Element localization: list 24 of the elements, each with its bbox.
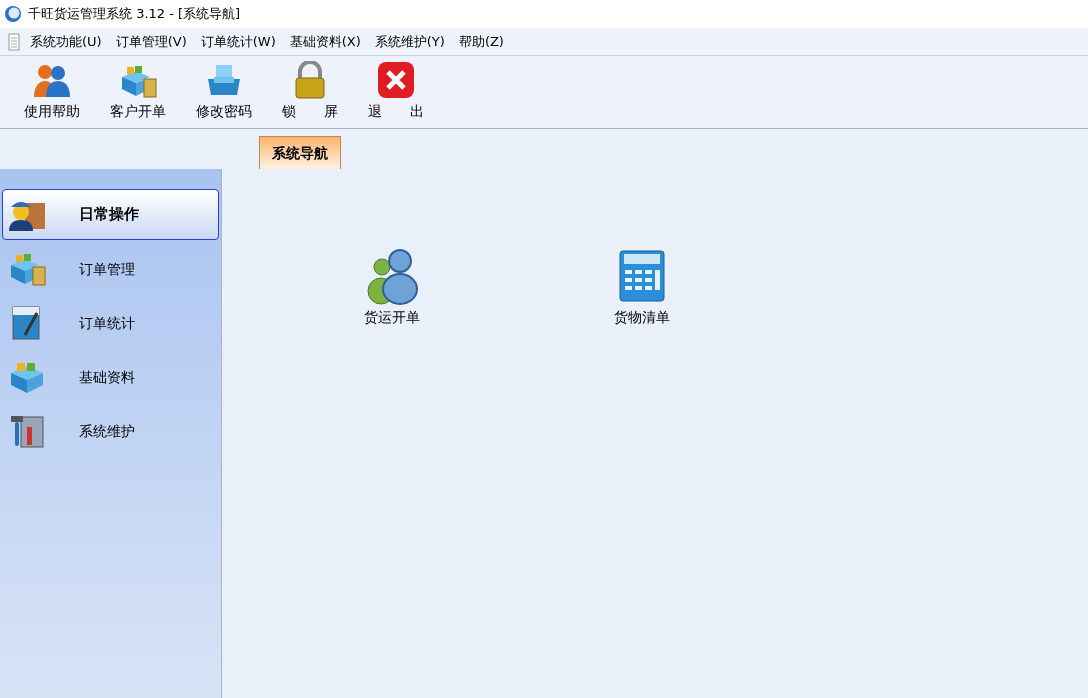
- menu-item[interactable]: 订单管理(V): [109, 29, 193, 54]
- menu-item[interactable]: 订单统计(W): [194, 29, 282, 54]
- window-title: 千旺货运管理系统 3.12 - [系统导航]: [28, 5, 241, 24]
- app-logo-icon: [4, 5, 22, 23]
- toolbar-button[interactable]: 修改密码: [186, 63, 262, 122]
- toolbar-button[interactable]: 退 出: [358, 61, 434, 122]
- sidebar-item[interactable]: 订单管理: [2, 244, 219, 294]
- toolbar-button[interactable]: 使用帮助: [14, 63, 90, 122]
- sidebar-item[interactable]: 日常操作: [2, 189, 219, 240]
- sidebar-item[interactable]: 订单统计: [2, 298, 219, 348]
- users-icon: [32, 63, 72, 99]
- users-icon: [364, 247, 420, 305]
- shortcut-button[interactable]: 货物清单: [602, 247, 682, 328]
- menu-item[interactable]: 基础资料(X): [283, 29, 367, 54]
- sidebar-item[interactable]: 系统维护: [2, 406, 219, 456]
- menu-item[interactable]: 帮助(Z): [452, 29, 510, 54]
- menu-item[interactable]: 系统维护(Y): [368, 29, 451, 54]
- sidebar-item[interactable]: 基础资料: [2, 352, 219, 402]
- toolbar-button[interactable]: 锁 屏: [272, 61, 348, 122]
- tab[interactable]: 系统导航: [259, 136, 341, 169]
- shortcut-button[interactable]: 货运开单: [352, 247, 432, 328]
- toolbar-button[interactable]: 客户开单: [100, 63, 176, 122]
- close-icon: [377, 61, 415, 99]
- menu-item[interactable]: 系统功能(U): [24, 29, 108, 54]
